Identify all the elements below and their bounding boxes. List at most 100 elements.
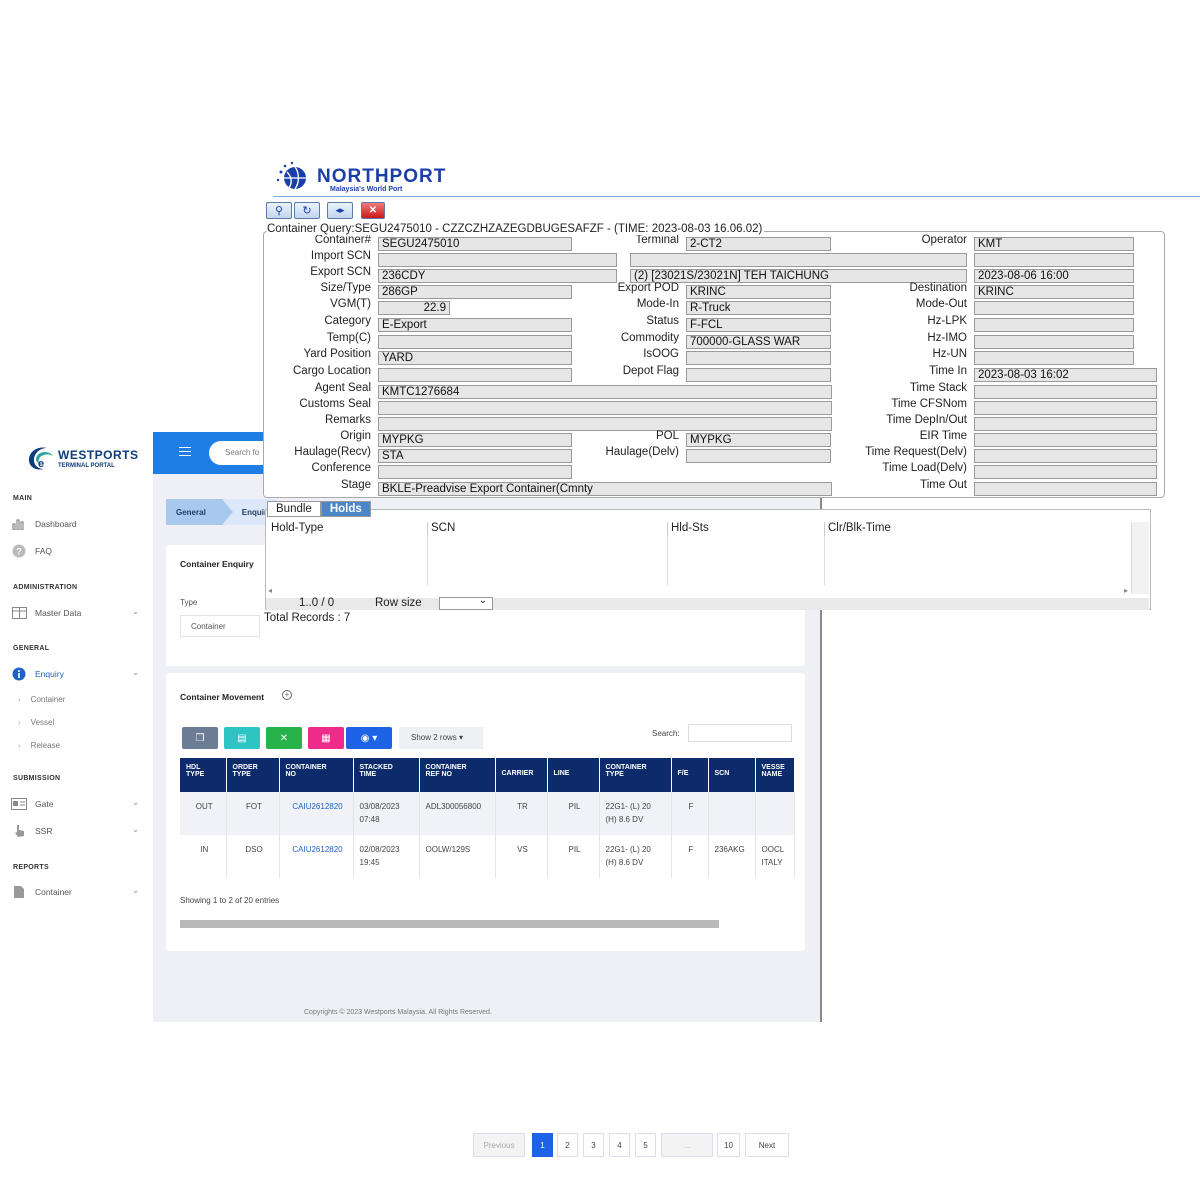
col-scn[interactable]: SCN: [428, 522, 668, 536]
field-time-in[interactable]: 2023-08-03 16:02: [974, 368, 1157, 382]
next-button[interactable]: Next: [745, 1133, 789, 1157]
field-pol[interactable]: MYPKG: [686, 433, 831, 447]
field-haulage-recv[interactable]: STA: [378, 449, 572, 463]
page-button[interactable]: 4: [609, 1133, 630, 1157]
field-eir-time[interactable]: [974, 433, 1157, 447]
field-remarks[interactable]: [378, 417, 832, 431]
container-link[interactable]: CAIU2612820: [292, 802, 342, 811]
navigate-button[interactable]: ◂▸: [327, 202, 353, 219]
column-header[interactable]: CARRIER: [495, 758, 548, 792]
table-search-input[interactable]: [688, 724, 792, 742]
column-header[interactable]: HDL TYPE: [180, 758, 227, 792]
sidebar-item-enquiry[interactable]: Enquiry ⌄: [11, 665, 143, 683]
tab-bundle[interactable]: Bundle: [267, 501, 321, 517]
column-visibility-button[interactable]: ◉ ▾: [346, 727, 392, 749]
column-header[interactable]: CONTAINER TYPE: [599, 758, 672, 792]
field-time-cfsnom[interactable]: [974, 401, 1157, 415]
field-category[interactable]: E-Export: [378, 318, 572, 332]
page-button[interactable]: 3: [583, 1133, 604, 1157]
copy-button[interactable]: ❐: [182, 727, 218, 749]
table-row[interactable]: IN DSO CAIU2612820 02/08/2023 19:45 OOLW/129S…: [180, 835, 795, 878]
field-hz-un[interactable]: [974, 351, 1134, 365]
field-temp[interactable]: [378, 335, 572, 349]
sidebar-item-report-container[interactable]: Container ⌄: [11, 883, 143, 901]
field-destination[interactable]: KRINC: [974, 285, 1134, 299]
field-cargo-location[interactable]: [378, 368, 572, 382]
field-time-depin-out[interactable]: [974, 417, 1157, 431]
field-time-load-delv[interactable]: [974, 465, 1157, 479]
breadcrumb-general[interactable]: General: [166, 499, 233, 525]
field-mode-out[interactable]: [974, 301, 1134, 315]
field-import-scn[interactable]: [378, 253, 617, 267]
pdf-button[interactable]: ▦: [308, 727, 344, 749]
field-hz-imo[interactable]: [974, 335, 1134, 349]
field-time-stack[interactable]: [974, 385, 1157, 399]
previous-button[interactable]: Previous: [473, 1133, 525, 1157]
tab-holds[interactable]: Holds: [320, 501, 371, 517]
column-header[interactable]: SCN: [708, 758, 756, 792]
show-rows-button[interactable]: Show 2 rows ▾: [399, 727, 483, 749]
vertical-scrollbar[interactable]: [1131, 522, 1149, 594]
field-operator[interactable]: KMT: [974, 237, 1134, 251]
csv-button[interactable]: ▤: [224, 727, 260, 749]
field-export-vessel[interactable]: (2) [23021S/23021N] TEH TAICHUNG: [630, 269, 967, 283]
horizontal-scrollbar[interactable]: ◂ ▸: [268, 586, 1128, 596]
page-button[interactable]: 10: [717, 1133, 740, 1157]
column-header[interactable]: CONTAINER REF NO: [419, 758, 496, 792]
column-header[interactable]: F/E: [671, 758, 709, 792]
field-export-pod[interactable]: KRINC: [686, 285, 831, 299]
field-mode-in[interactable]: R-Truck: [686, 301, 831, 315]
sidebar-item-master-data[interactable]: Master Data ⌄: [11, 604, 143, 622]
field-agent-seal[interactable]: KMTC1276684: [378, 385, 832, 399]
menu-icon[interactable]: [179, 447, 191, 456]
type-select[interactable]: Container: [180, 615, 260, 637]
row-size-select[interactable]: ⌄: [439, 595, 493, 610]
refresh-button[interactable]: ↻: [294, 202, 320, 219]
field-vgm[interactable]: 22.9: [378, 301, 450, 315]
sidebar-item-ssr[interactable]: SSR ⌄: [11, 822, 143, 840]
field-import-eta[interactable]: [974, 253, 1134, 267]
field-depot-flag[interactable]: [686, 368, 831, 382]
field-haulage-delv[interactable]: [686, 449, 831, 463]
column-header[interactable]: ORDER TYPE: [226, 758, 280, 792]
col-hold-type[interactable]: Hold-Type: [268, 522, 428, 536]
field-time-request-delv[interactable]: [974, 449, 1157, 463]
field-origin[interactable]: MYPKG: [378, 433, 572, 447]
field-status[interactable]: F-FCL: [686, 318, 831, 332]
col-hld-sts[interactable]: Hld-Sts: [668, 522, 825, 536]
page-button[interactable]: 1: [532, 1133, 553, 1157]
sidebar-subitem-vessel[interactable]: Vessel: [18, 718, 55, 727]
sidebar-subitem-release[interactable]: Release: [18, 741, 60, 750]
col-clr-blk-time[interactable]: Clr/Blk-Time: [825, 522, 1125, 536]
field-import-vessel[interactable]: [630, 253, 967, 267]
field-hz-lpk[interactable]: [974, 318, 1134, 332]
column-header[interactable]: LINE: [547, 758, 600, 792]
field-container[interactable]: SEGU2475010: [378, 237, 572, 251]
field-export-eta[interactable]: 2023-08-06 16:00: [974, 269, 1134, 283]
field-stage[interactable]: BKLE-Preadvise Export Container(Cmnty: [378, 482, 832, 496]
horizontal-scrollbar[interactable]: [180, 920, 719, 928]
field-size-type[interactable]: 286GP: [378, 285, 572, 299]
field-export-scn[interactable]: 236CDY: [378, 269, 617, 283]
column-header[interactable]: STACKED TIME: [353, 758, 420, 792]
sidebar-item-gate[interactable]: Gate ⌄: [11, 795, 143, 813]
table-row[interactable]: OUT FOT CAIU2612820 03/08/2023 07:48 ADL30005…: [180, 792, 795, 835]
excel-button[interactable]: ✕: [266, 727, 302, 749]
column-header[interactable]: VESSE NAME: [755, 758, 795, 792]
field-customs-seal[interactable]: [378, 401, 832, 415]
column-header[interactable]: CONTAINER NO: [279, 758, 354, 792]
field-conference[interactable]: [378, 465, 572, 479]
page-button[interactable]: 2: [557, 1133, 578, 1157]
sidebar-item-faq[interactable]: ? FAQ: [11, 542, 143, 560]
field-isoog[interactable]: [686, 351, 831, 365]
add-circle-icon[interactable]: +: [282, 690, 292, 700]
search-button[interactable]: ⚲: [266, 202, 292, 219]
sidebar-subitem-container[interactable]: Container: [18, 695, 66, 704]
close-button[interactable]: ✕: [361, 202, 385, 219]
field-time-out[interactable]: [974, 482, 1157, 496]
pagination-ellipsis[interactable]: ...: [661, 1133, 713, 1157]
page-button[interactable]: 5: [635, 1133, 656, 1157]
field-yard-position[interactable]: YARD: [378, 351, 572, 365]
container-link[interactable]: CAIU2612820: [292, 845, 342, 854]
field-commodity[interactable]: 700000-GLASS WAR: [686, 335, 831, 349]
